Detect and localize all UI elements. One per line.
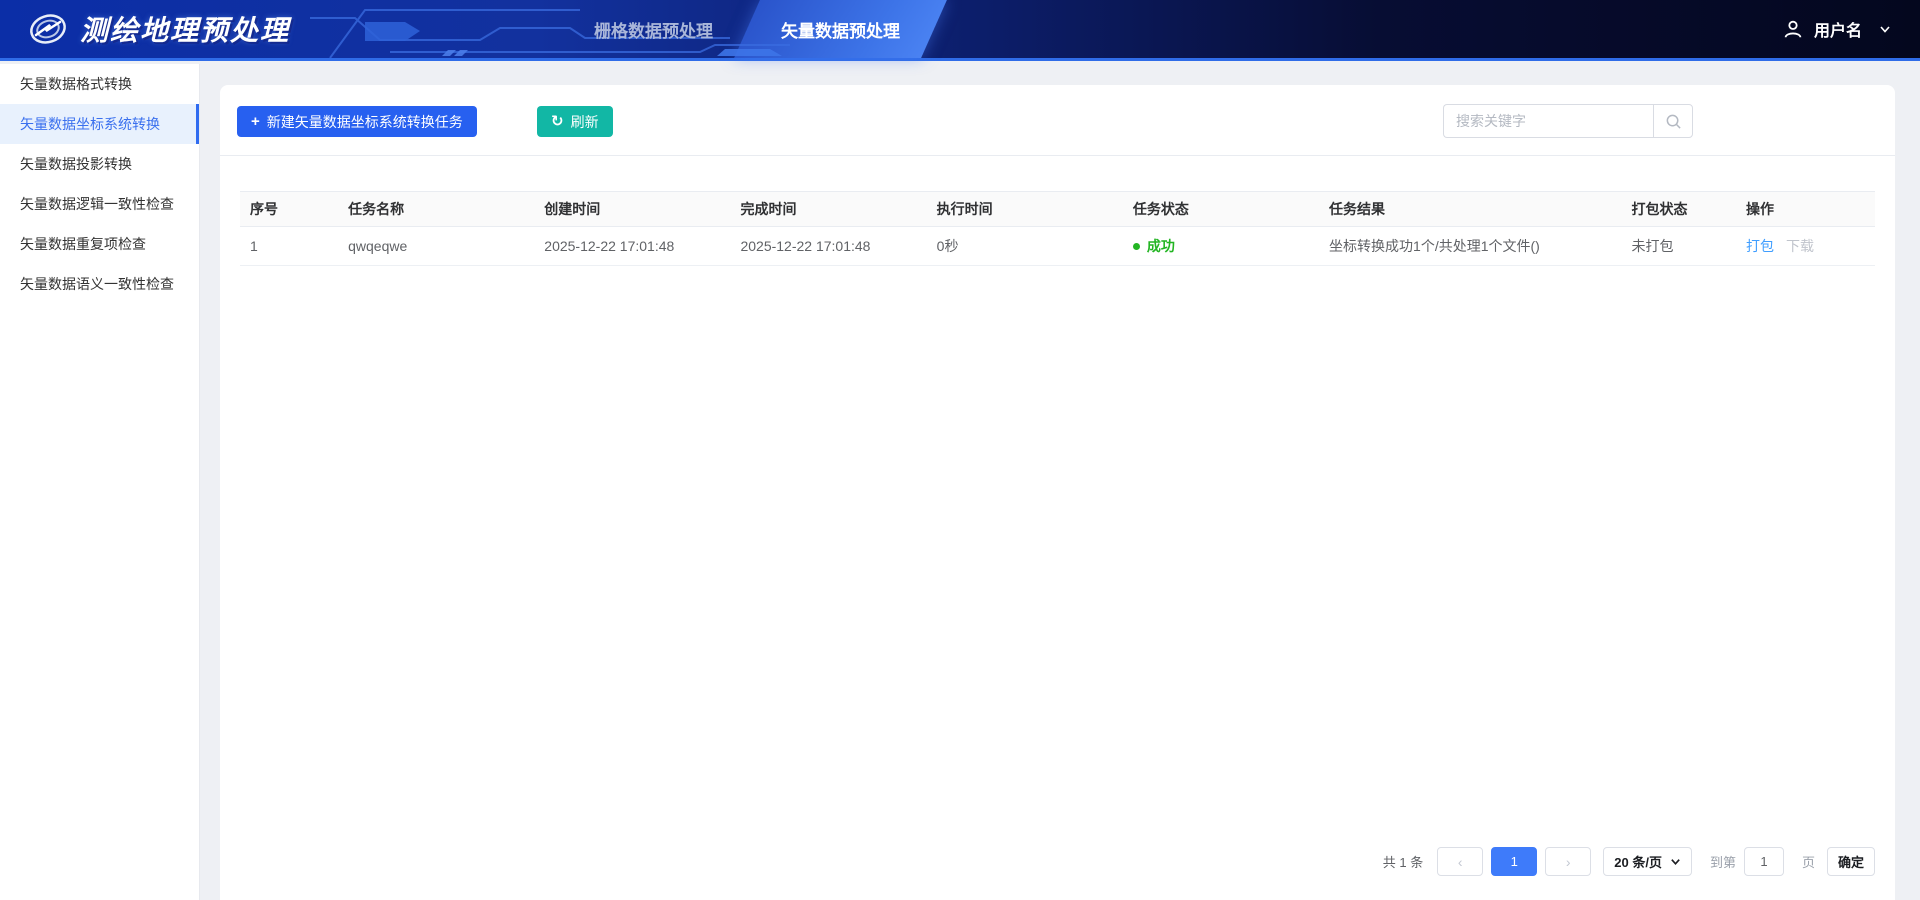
cell-status: 成功 [1122,226,1320,266]
sidebar-item-coordinate-convert[interactable]: 矢量数据坐标系统转换 [0,104,199,144]
toolbar: + 新建矢量数据坐标系统转换任务 ↻ 刷新 [220,85,1895,156]
username-label: 用户名 [1813,23,1862,40]
col-created-time: 创建时间 [534,191,731,227]
app-title: 测绘地理预处理 [80,15,291,46]
app-logo-icon [30,14,66,44]
cell-actions: 打包 下载 [1735,226,1875,266]
page-size-label: 20 条/页 [1614,855,1662,870]
user-menu[interactable]: 用户名 [1782,0,1892,58]
task-table: 序号 任务名称 创建时间 完成时间 执行时间 任务状态 任务结果 打包状态 操作… [240,191,1875,266]
col-result: 任务结果 [1319,191,1622,227]
table-row: 1 qwqeqwe 2025-12-22 17:01:48 2025-12-22… [240,226,1875,266]
search-button[interactable] [1653,104,1693,138]
sidebar-item-format-convert[interactable]: 矢量数据格式转换 [0,64,199,104]
create-task-button[interactable]: + 新建矢量数据坐标系统转换任务 [237,106,477,137]
next-page-button[interactable]: › [1545,847,1592,876]
status-dot [1132,243,1140,250]
task-table-wrap: 序号 任务名称 创建时间 完成时间 执行时间 任务状态 任务结果 打包状态 操作… [240,191,1875,266]
cell-package-status: 未打包 [1621,226,1736,266]
chevron-down-icon [1880,26,1890,33]
main-content: + 新建矢量数据坐标系统转换任务 ↻ 刷新 搜索关键字 序号 任务名称 创建时间… [200,64,1920,900]
col-task-name: 任务名称 [338,191,535,227]
user-icon [1784,20,1802,38]
plus-icon: + [251,113,260,130]
page-1-button[interactable]: 1 [1491,847,1538,876]
tab-vector-preprocess[interactable]: 矢量数据预处理 [747,0,934,58]
search-input[interactable] [1443,104,1653,138]
download-link: 下载 [1785,238,1814,254]
search-icon [1666,114,1681,129]
app-logo: 测绘地理预处理 [28,0,290,58]
create-task-label: 新建矢量数据坐标系统转换任务 [266,113,463,130]
col-status: 任务状态 [1122,191,1320,227]
table-header-row: 序号 任务名称 创建时间 完成时间 执行时间 任务状态 任务结果 打包状态 操作 [240,191,1875,227]
search-group [1443,104,1693,138]
cell-index: 1 [240,226,339,266]
tab-raster-preprocess[interactable]: 栅格数据预处理 [560,0,747,58]
col-index: 序号 [240,191,339,227]
col-duration: 执行时间 [926,191,1123,227]
refresh-button[interactable]: ↻ 刷新 [537,106,613,137]
confirm-page-button[interactable]: 确定 [1826,847,1875,876]
status-text: 成功 [1146,238,1175,254]
prev-page-button[interactable]: ‹ [1437,847,1484,876]
col-finished-time: 完成时间 [730,191,927,227]
goto-suffix-label: 页 [1801,855,1815,870]
sidebar-nav: 矢量数据格式转换 矢量数据坐标系统转换 矢量数据投影转换 矢量数据逻辑一致性检查… [0,64,200,900]
goto-prefix-label: 到第 [1709,855,1736,870]
col-package-status: 打包状态 [1621,191,1736,227]
app-header: 测绘地理预处理 栅格数据预处理 矢量数据预处理 用户名 [0,0,1920,61]
goto-page-input[interactable] [1743,847,1784,876]
col-actions: 操作 [1735,191,1875,227]
content-card: + 新建矢量数据坐标系统转换任务 ↻ 刷新 搜索关键字 序号 任务名称 创建时间… [220,85,1895,900]
select-chevron-icon [1671,859,1680,866]
sidebar-item-projection-convert[interactable]: 矢量数据投影转换 [0,144,199,184]
cell-task-name: qwqeqwe [338,226,535,266]
tab-raster-label: 栅格数据预处理 [594,21,713,41]
sidebar-item-logic-consistency-check[interactable]: 矢量数据逻辑一致性检查 [0,184,199,224]
cell-finished-time: 2025-12-22 17:01:48 [730,226,927,266]
pack-link[interactable]: 打包 [1746,238,1774,254]
sidebar-item-semantic-consistency-check[interactable]: 矢量数据语义一致性检查 [0,264,199,304]
pagination: 共 1 条 ‹ 1 › 20 条/页 到第 页 确定 [1383,847,1875,876]
cell-duration: 0秒 [926,226,1123,266]
pagination-total: 共 1 条 [1382,855,1424,870]
cell-result: 坐标转换成功1个/共处理1个文件() [1319,226,1622,266]
refresh-label: 刷新 [570,113,599,130]
sidebar-item-duplicate-check[interactable]: 矢量数据重复项检查 [0,224,199,264]
refresh-icon: ↻ [551,113,564,130]
header-tabs: 栅格数据预处理 矢量数据预处理 [560,0,934,58]
tab-vector-label: 矢量数据预处理 [781,21,900,41]
cell-created-time: 2025-12-22 17:01:48 [534,226,731,266]
page-size-select[interactable]: 20 条/页 [1603,847,1692,876]
